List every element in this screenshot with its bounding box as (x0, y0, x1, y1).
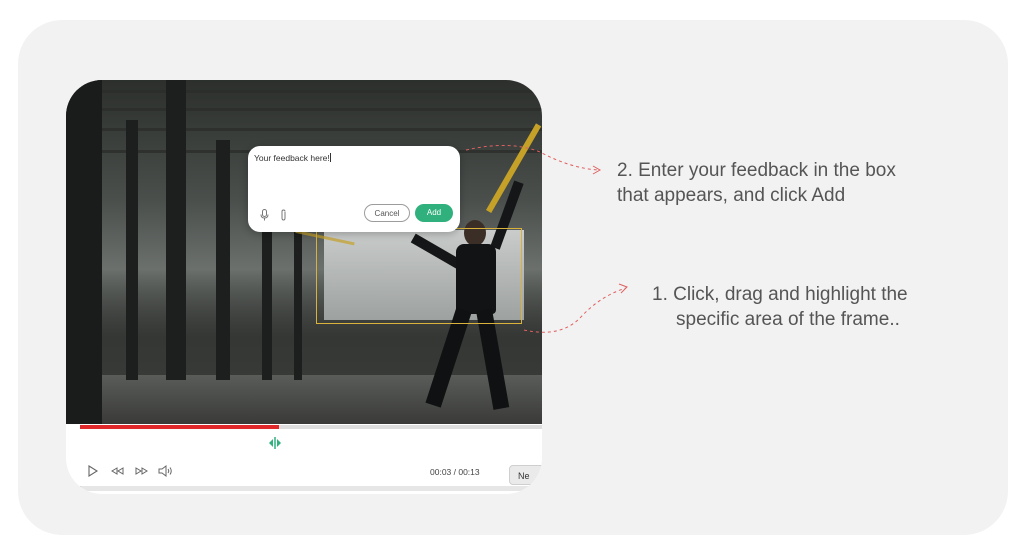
connector-arrow-step2 (465, 144, 599, 171)
instruction-step-1-line-1: 1. Click, drag and highlight the (652, 284, 908, 305)
instruction-step-2-line-2: that appears, and click Add (617, 185, 846, 206)
connector-arrow-step1 (523, 287, 627, 333)
instruction-step-2: 2. Enter your feedback in the box that a… (617, 158, 896, 208)
instruction-step-2-line-1: 2. Enter your feedback in the box (617, 160, 896, 181)
instruction-step-1: 1. Click, drag and highlight the specifi… (652, 282, 908, 332)
connector-arrows (465, 144, 628, 333)
instruction-step-1-line-2: specific area of the frame.. (676, 309, 900, 330)
